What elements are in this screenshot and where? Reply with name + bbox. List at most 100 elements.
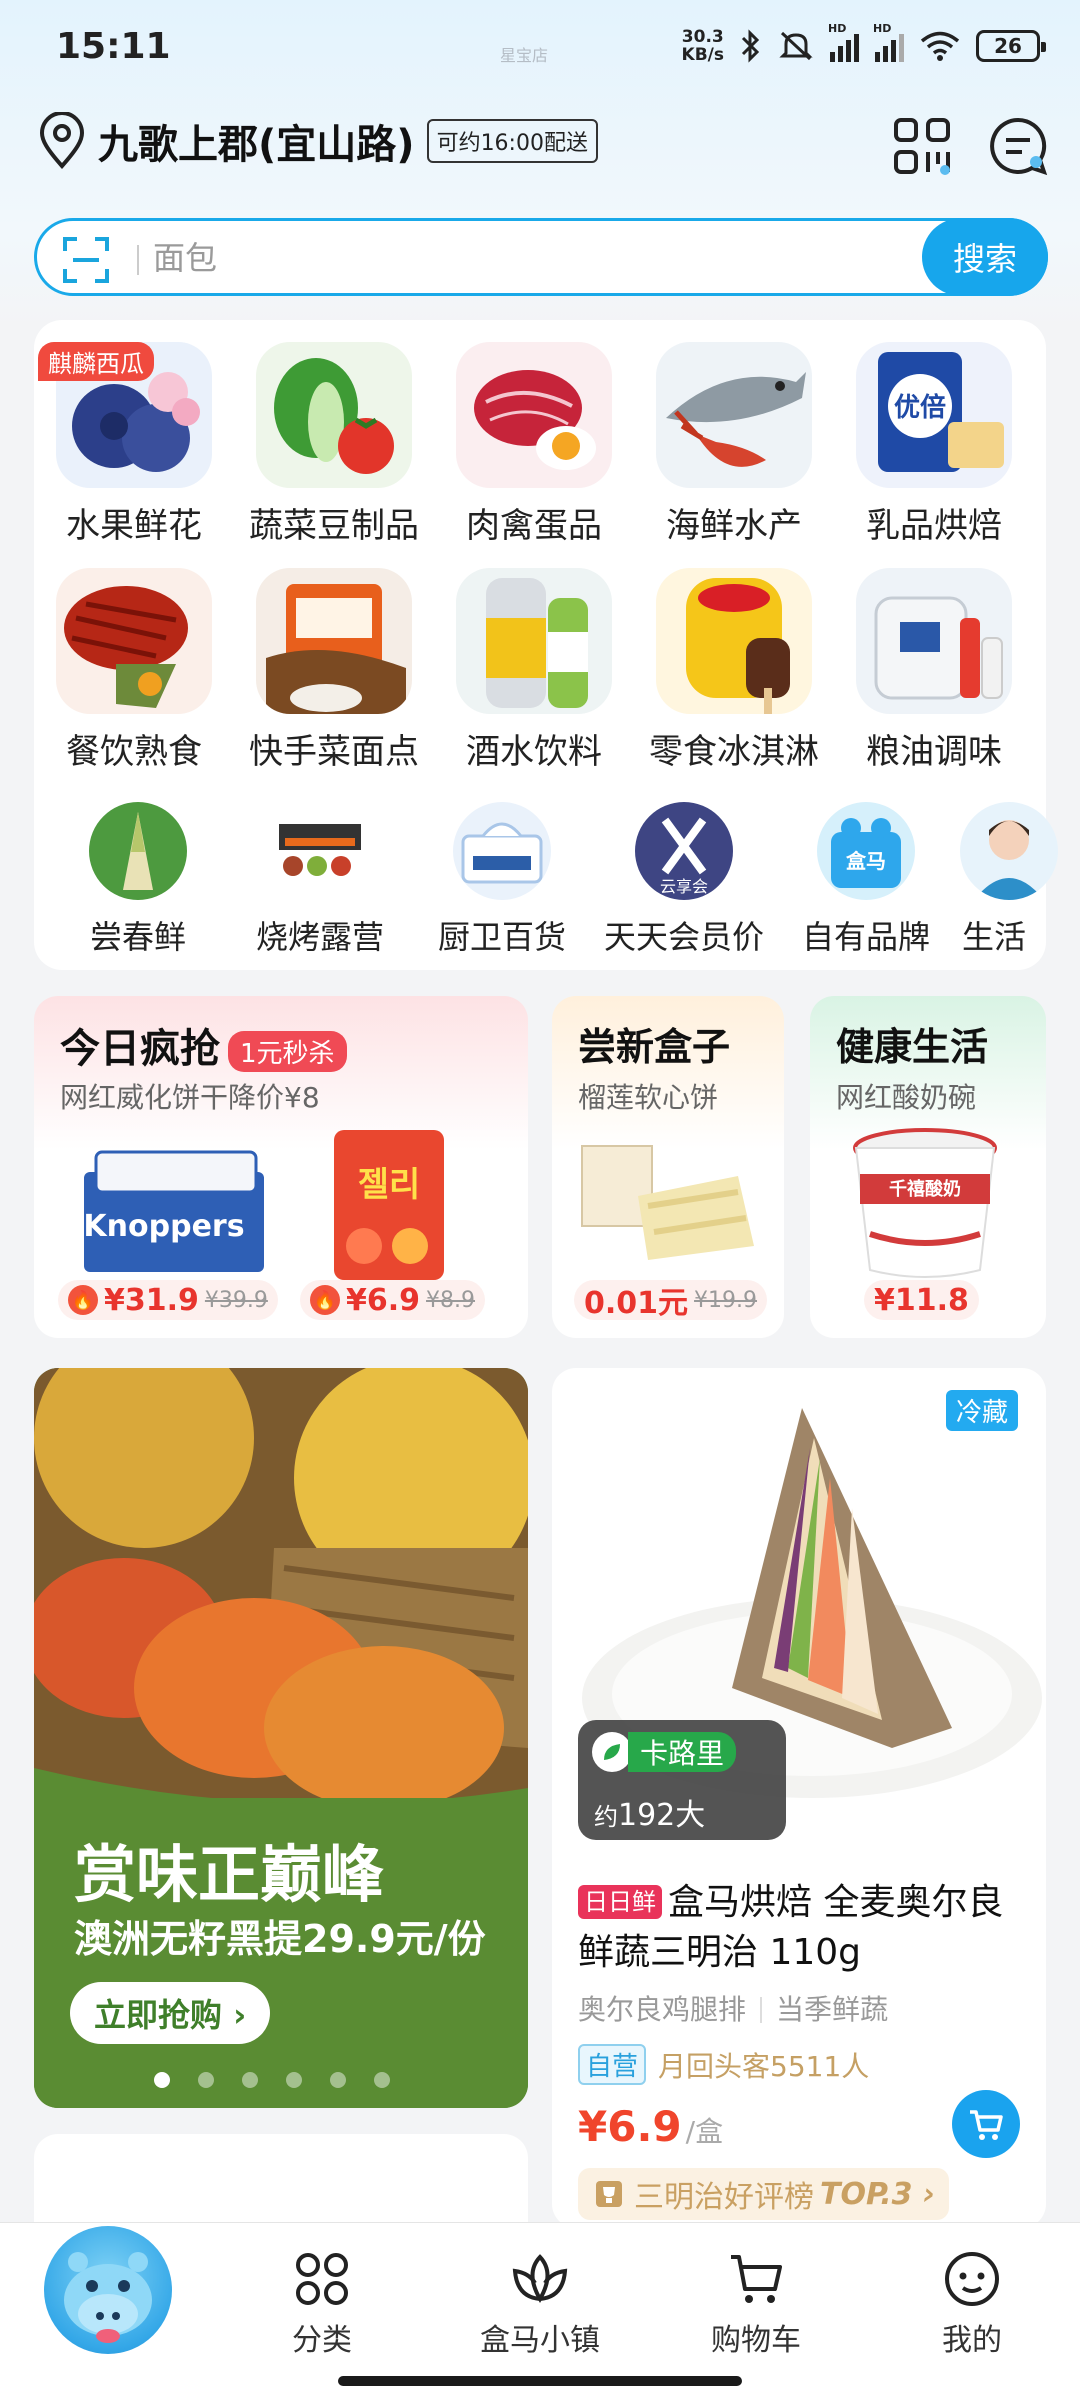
nav-label: 购物车 (711, 2323, 801, 2358)
search-button[interactable]: 搜索 (922, 218, 1048, 296)
category-dairy[interactable]: 优倍 乳品烘焙 (834, 342, 1034, 547)
new-box-card[interactable]: 尝新盒子 榴莲软心饼 0.01元 ¥19.9 (552, 996, 784, 1338)
category-vegetables[interactable]: 蔬菜豆制品 (234, 342, 434, 547)
category-fruit[interactable]: 麒麟西瓜 水果鲜花 (34, 342, 234, 547)
bamboo-shoot-image (89, 802, 187, 900)
signal-icon-2: HD (873, 22, 904, 62)
nav-category[interactable]: 分类 (242, 2249, 402, 2359)
repeat-customers: 月回头客5511人 (658, 2049, 870, 2083)
bbq-image (271, 802, 369, 900)
svg-text:젤리: 젤리 (358, 1165, 421, 1205)
category-quick-meal[interactable]: 快手菜面点 (234, 568, 434, 773)
status-icons: 30.3 KB/s HD HD 26 (681, 22, 1046, 65)
mini-category-bbq[interactable]: 烧烤露营 (230, 802, 410, 958)
banner-cta-button[interactable]: 立即抢购 › (70, 1982, 271, 2044)
mini-category-label: 自有品牌 (801, 918, 930, 956)
nav-label: 分类 (292, 2323, 352, 2358)
svg-text:盒马: 盒马 (845, 849, 886, 873)
category-deli[interactable]: 餐饮熟食 (34, 568, 234, 773)
mini-category-life[interactable]: 生活 (958, 802, 1058, 958)
qr-code-icon[interactable] (892, 116, 952, 176)
pagination-dot[interactable] (330, 2072, 346, 2088)
bluetooth-icon (741, 29, 760, 63)
category-card: 麒麟西瓜 水果鲜花 蔬菜豆制品 肉禽蛋品 海鲜水产 优倍 乳品烘焙 餐饮熟食 快… (34, 320, 1058, 970)
nav-town[interactable]: 盒马小镇 (460, 2249, 620, 2359)
category-snacks[interactable]: 零食冰淇淋 (634, 568, 834, 773)
category-grid-icon (296, 2253, 348, 2305)
pagination-dot[interactable] (242, 2072, 258, 2088)
healthy-price-pill: ¥11.8 (864, 1280, 979, 1320)
mini-category-spring[interactable]: 尝春鲜 (48, 802, 228, 958)
healthy-life-card[interactable]: 健康生活 网红酸奶碗 千禧酸奶 ¥11.8 (810, 996, 1046, 1338)
search-divider (137, 245, 139, 275)
dairy-image: 优倍 (856, 342, 1012, 488)
category-label: 餐饮熟食 (66, 732, 202, 772)
mini-category-label: 生活 (962, 918, 1027, 956)
mini-category-member-price[interactable]: 云享会 天天会员价 (594, 802, 774, 958)
nav-label: 我的 (942, 2323, 1002, 2358)
mini-category-label: 尝春鲜 (89, 918, 186, 956)
scan-icon[interactable] (61, 235, 111, 285)
flash-sale-card[interactable]: 今日疯抢 1元秒杀 网红威化饼干降价¥8 Knoppers 젤리 🔥 ¥31.9 … (34, 996, 528, 1338)
category-label: 海鲜水产 (666, 506, 802, 546)
category-label: 蔬菜豆制品 (249, 506, 419, 546)
healthy-life-title: 健康生活 (836, 1025, 989, 1069)
category-seafood[interactable]: 海鲜水产 (634, 342, 834, 547)
location-selector[interactable]: 九歌上郡(宜山路) 可约16:00配送 (36, 112, 598, 170)
ranking-badge[interactable]: 三明治好评榜 TOP.3 › (578, 2168, 950, 2220)
category-label: 水果鲜花 (66, 506, 202, 546)
flash-price-pill-1: 🔥 ¥31.9 ¥39.9 (58, 1280, 278, 1320)
add-to-cart-button[interactable] (952, 2090, 1020, 2158)
pagination-dot[interactable] (286, 2072, 302, 2088)
mute-icon (779, 31, 813, 61)
product-name[interactable]: 日日鲜 盒马烘焙 全麦奥尔良鲜蔬三明治 110g (578, 1878, 1028, 1978)
leaf-icon (592, 1732, 632, 1772)
product-tags: 奥尔良鸡腿排 当季鲜蔬 (578, 1993, 889, 2026)
product-card[interactable]: 冷藏 卡路里 约192大卡/100g 日日鲜 盒马烘焙 全麦奥尔良鲜蔬三明治 11… (552, 1368, 1046, 2228)
yogurt-bowl-image: 千禧酸奶 (853, 1128, 997, 1278)
member-badge-image: 云享会 (635, 802, 733, 900)
self-operated-badge: 自营 (578, 2044, 647, 2085)
new-box-price-pill: 0.01元 ¥19.9 (574, 1280, 768, 1321)
battery-icon: 26 (976, 30, 1046, 62)
category-meat[interactable]: 肉禽蛋品 (434, 342, 634, 547)
nav-mine[interactable]: 我的 (892, 2249, 1052, 2359)
svg-text:云享会: 云享会 (660, 877, 708, 896)
gummy-image: 젤리 (334, 1130, 444, 1280)
svg-text:Knoppers: Knoppers (83, 1209, 244, 1244)
product-price: ¥6.9/盒 (578, 2102, 724, 2151)
home-indicator[interactable] (338, 2376, 742, 2386)
mini-category-own-brand[interactable]: 盒马 自有品牌 (776, 802, 956, 958)
net-speed: 30.3 KB/s (681, 27, 724, 65)
calorie-value: 约192大卡/100g (594, 1798, 706, 1877)
category-label: 酒水饮料 (466, 732, 602, 772)
category-drinks[interactable]: 酒水饮料 (434, 568, 634, 773)
pagination-dot[interactable] (374, 2072, 390, 2088)
category-label: 乳品烘焙 (866, 506, 1002, 546)
nav-cart[interactable]: 购物车 (676, 2249, 836, 2359)
location-pin-icon (39, 112, 85, 170)
mini-category-label: 厨卫百货 (437, 918, 566, 956)
pagination-dot[interactable] (198, 2072, 214, 2088)
next-card-placeholder (34, 2134, 528, 2234)
search-bar[interactable]: 搜索 (34, 218, 1048, 296)
grain-oil-image (856, 568, 1012, 714)
message-icon[interactable] (988, 116, 1048, 176)
category-label: 粮油调味 (866, 732, 1002, 772)
search-input[interactable] (153, 233, 853, 283)
flash-sale-title: 今日疯抢 1元秒杀 (60, 1016, 347, 1074)
refrigerated-badge: 冷藏 (945, 1390, 1018, 1431)
pagination-dot[interactable] (154, 2072, 170, 2088)
signal-icon: HD (828, 22, 859, 62)
home-mascot-button[interactable] (44, 2226, 172, 2354)
mini-category-household[interactable]: 厨卫百货 (412, 802, 592, 958)
promo-banner[interactable]: 赏味正巅峰 澳洲无籽黑提29.9元/份 立即抢购 › (34, 1368, 528, 2108)
new-box-subtitle: 榴莲软心饼 (578, 1081, 719, 1114)
category-grain-oil[interactable]: 粮油调味 (834, 568, 1034, 773)
quick-meal-image (256, 568, 412, 714)
life-image (960, 802, 1058, 900)
category-label: 零食冰淇淋 (649, 732, 819, 772)
product-meta: 自营 月回头客5511人 (578, 2044, 869, 2085)
hippo-mascot-icon (64, 2252, 152, 2343)
cart-icon (731, 2255, 782, 2303)
